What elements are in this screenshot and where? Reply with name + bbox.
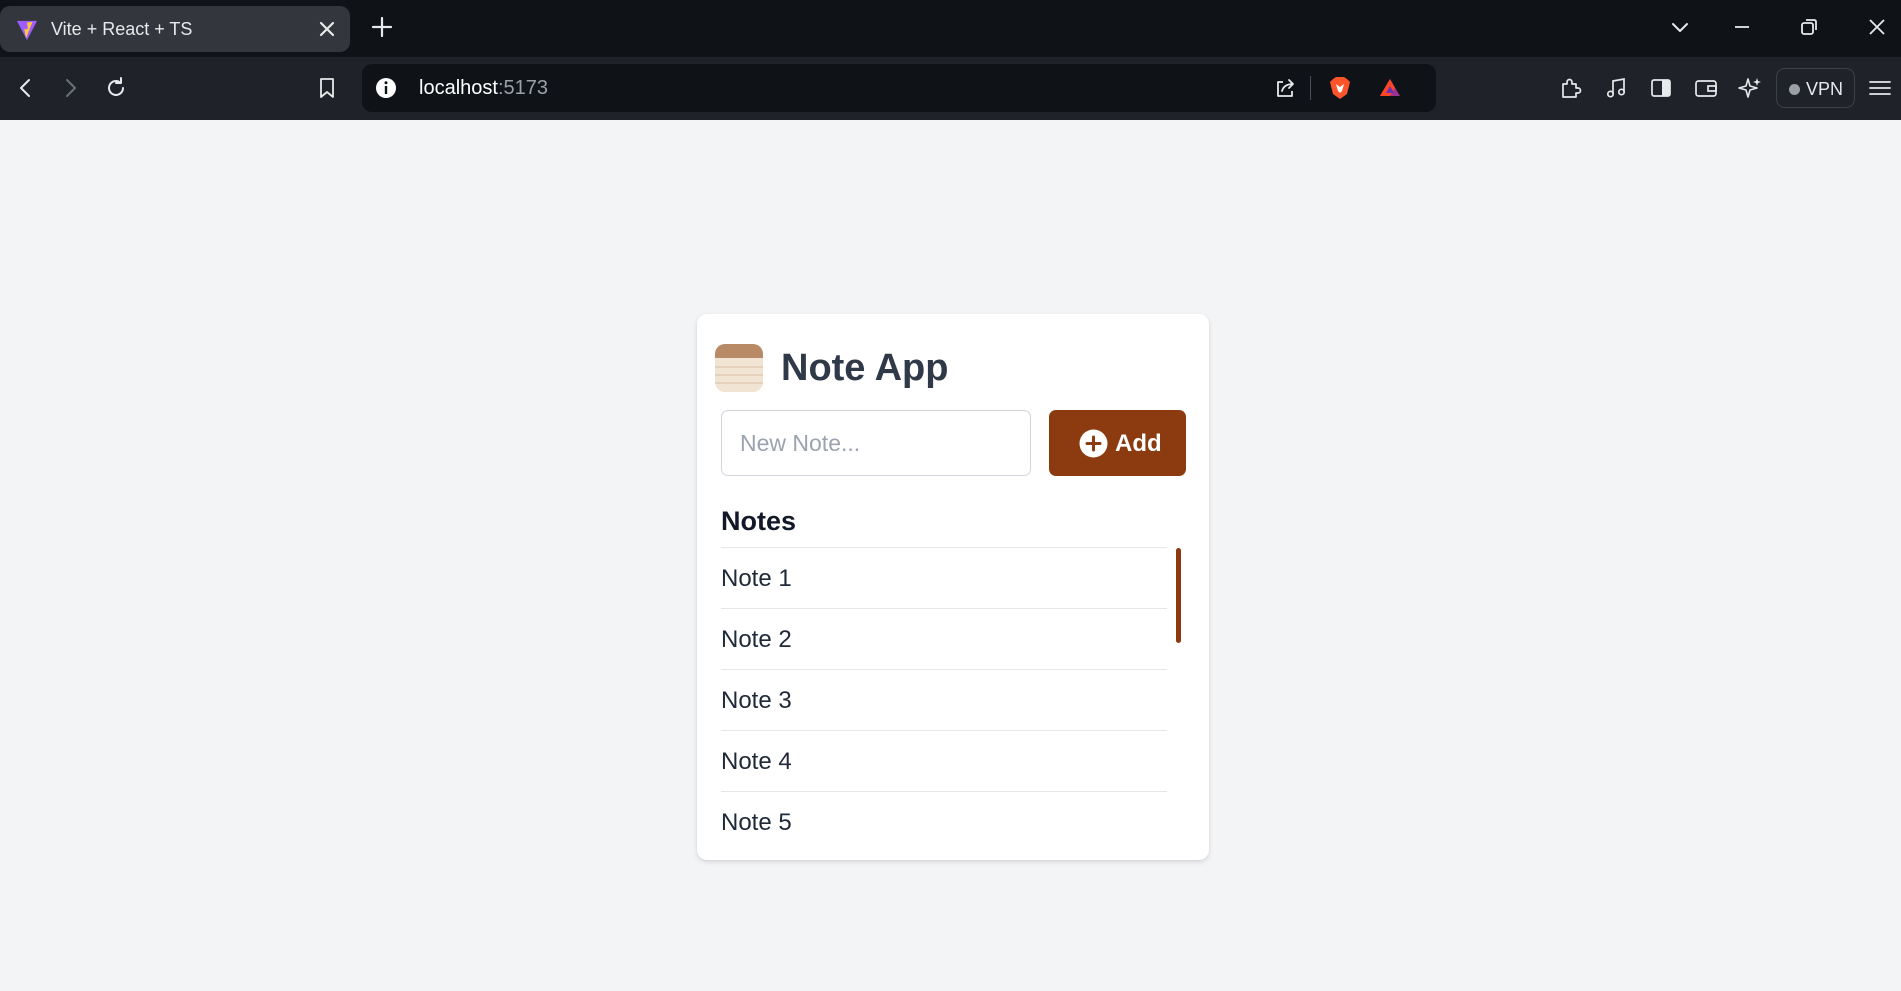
tab-search-chevron-icon[interactable] (1669, 16, 1691, 38)
site-info-icon[interactable] (373, 75, 399, 101)
note-item-label: Note 3 (721, 687, 792, 714)
plus-circle-icon (1079, 429, 1108, 458)
music-icon[interactable] (1603, 75, 1629, 101)
forward-icon[interactable] (57, 75, 83, 101)
brave-shields-icon[interactable] (1327, 75, 1353, 101)
notes-list[interactable]: Note 1 Note 2 Note 3 Note 4 Note 5 (721, 547, 1191, 852)
wallet-icon[interactable] (1693, 75, 1719, 101)
menu-icon[interactable] (1867, 75, 1893, 101)
sidebar-icon[interactable] (1648, 75, 1674, 101)
notes-heading: Notes (721, 506, 797, 536)
note-item[interactable]: Note 3 (721, 669, 1167, 730)
vpn-label: VPN (1806, 79, 1844, 99)
note-item[interactable]: Note 4 (721, 730, 1167, 791)
bookmark-icon[interactable] (314, 75, 340, 101)
notepad-icon (715, 344, 763, 392)
scrollbar-thumb[interactable] (1176, 548, 1181, 643)
url-host: localhost (419, 77, 498, 99)
add-note-button[interactable]: Add (1049, 410, 1186, 476)
vite-icon (16, 20, 38, 41)
omnibox-divider (1310, 76, 1311, 100)
note-item-label: Note 4 (721, 748, 792, 775)
new-note-input[interactable] (721, 410, 1031, 476)
back-icon[interactable] (13, 75, 39, 101)
add-button-label: Add (1115, 430, 1162, 457)
url-text: localhost:5173 (419, 77, 548, 100)
close-window-icon[interactable] (1866, 16, 1888, 38)
browser-tab-bar: Vite + React + TS (0, 0, 1901, 57)
note-item-label: Note 1 (721, 565, 792, 592)
new-tab-icon[interactable] (371, 16, 393, 38)
vpn-button[interactable]: VPN (1776, 68, 1855, 108)
note-item[interactable]: Note 2 (721, 608, 1167, 669)
note-app-card: Note App Add Notes Note 1 Note 2 Note 3 … (697, 314, 1209, 860)
url-port: :5173 (497, 77, 548, 99)
page-title: Note App (781, 347, 949, 389)
note-item[interactable]: Note 1 (721, 547, 1167, 608)
tab-title: Vite + React + TS (51, 19, 193, 39)
address-bar[interactable]: localhost:5173 (362, 64, 1436, 112)
note-item[interactable]: Note 5 (721, 791, 1167, 852)
close-icon[interactable] (318, 20, 336, 38)
leo-ai-icon[interactable] (1737, 75, 1763, 101)
restore-icon[interactable] (1798, 16, 1820, 38)
note-item-label: Note 2 (721, 626, 792, 653)
browser-tab[interactable]: Vite + React + TS (0, 6, 350, 52)
note-item-label: Note 5 (721, 809, 792, 836)
extensions-icon[interactable] (1557, 75, 1583, 101)
browser-toolbar: localhost:5173 VPN (0, 57, 1901, 120)
brave-rewards-icon[interactable] (1377, 75, 1403, 101)
vpn-status-icon (1789, 84, 1800, 95)
reload-icon[interactable] (103, 75, 129, 101)
share-icon[interactable] (1273, 75, 1299, 101)
minimize-icon[interactable] (1731, 16, 1753, 38)
